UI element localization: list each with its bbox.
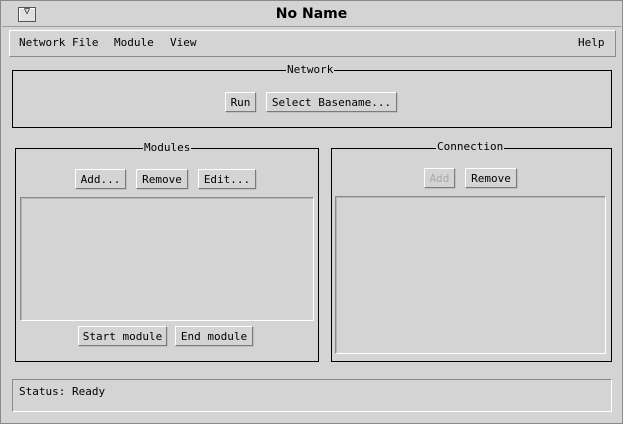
add-connection-button[interactable]: Add [424, 168, 455, 188]
menu-bar: Network File Module View Help [9, 30, 616, 57]
window-title: No Name [275, 6, 348, 22]
end-module-button[interactable]: End module [175, 326, 253, 346]
network-group-title: Network [286, 63, 335, 76]
main-window: ▽ No Name Network File Module View Help … [0, 0, 623, 424]
modules-group-title: Modules [143, 141, 192, 154]
connection-list[interactable] [335, 196, 606, 354]
menu-network-file[interactable]: Network File [19, 36, 98, 49]
menu-module[interactable]: Module [114, 36, 154, 49]
status-bar: Status: Ready [12, 379, 612, 412]
add-module-button[interactable]: Add... [75, 169, 126, 189]
title-bar: ▽ No Name [2, 2, 621, 27]
status-text: Status: Ready [19, 385, 106, 398]
menu-help[interactable]: Help [578, 36, 605, 49]
modules-group: Modules Add... Remove Edit... Start modu… [15, 141, 319, 362]
remove-module-button[interactable]: Remove [136, 169, 188, 189]
connection-group-title: Connection [436, 140, 505, 153]
network-group: Network Run Select Basename... [12, 63, 612, 128]
remove-connection-button[interactable]: Remove [465, 168, 517, 188]
modules-list[interactable] [20, 197, 314, 321]
select-basename-button[interactable]: Select Basename... [266, 92, 397, 112]
edit-module-button[interactable]: Edit... [198, 169, 256, 189]
menu-view[interactable]: View [170, 36, 197, 49]
connection-group: Connection Add Remove [331, 140, 612, 362]
start-module-button[interactable]: Start module [78, 326, 167, 346]
run-button[interactable]: Run [225, 92, 256, 112]
